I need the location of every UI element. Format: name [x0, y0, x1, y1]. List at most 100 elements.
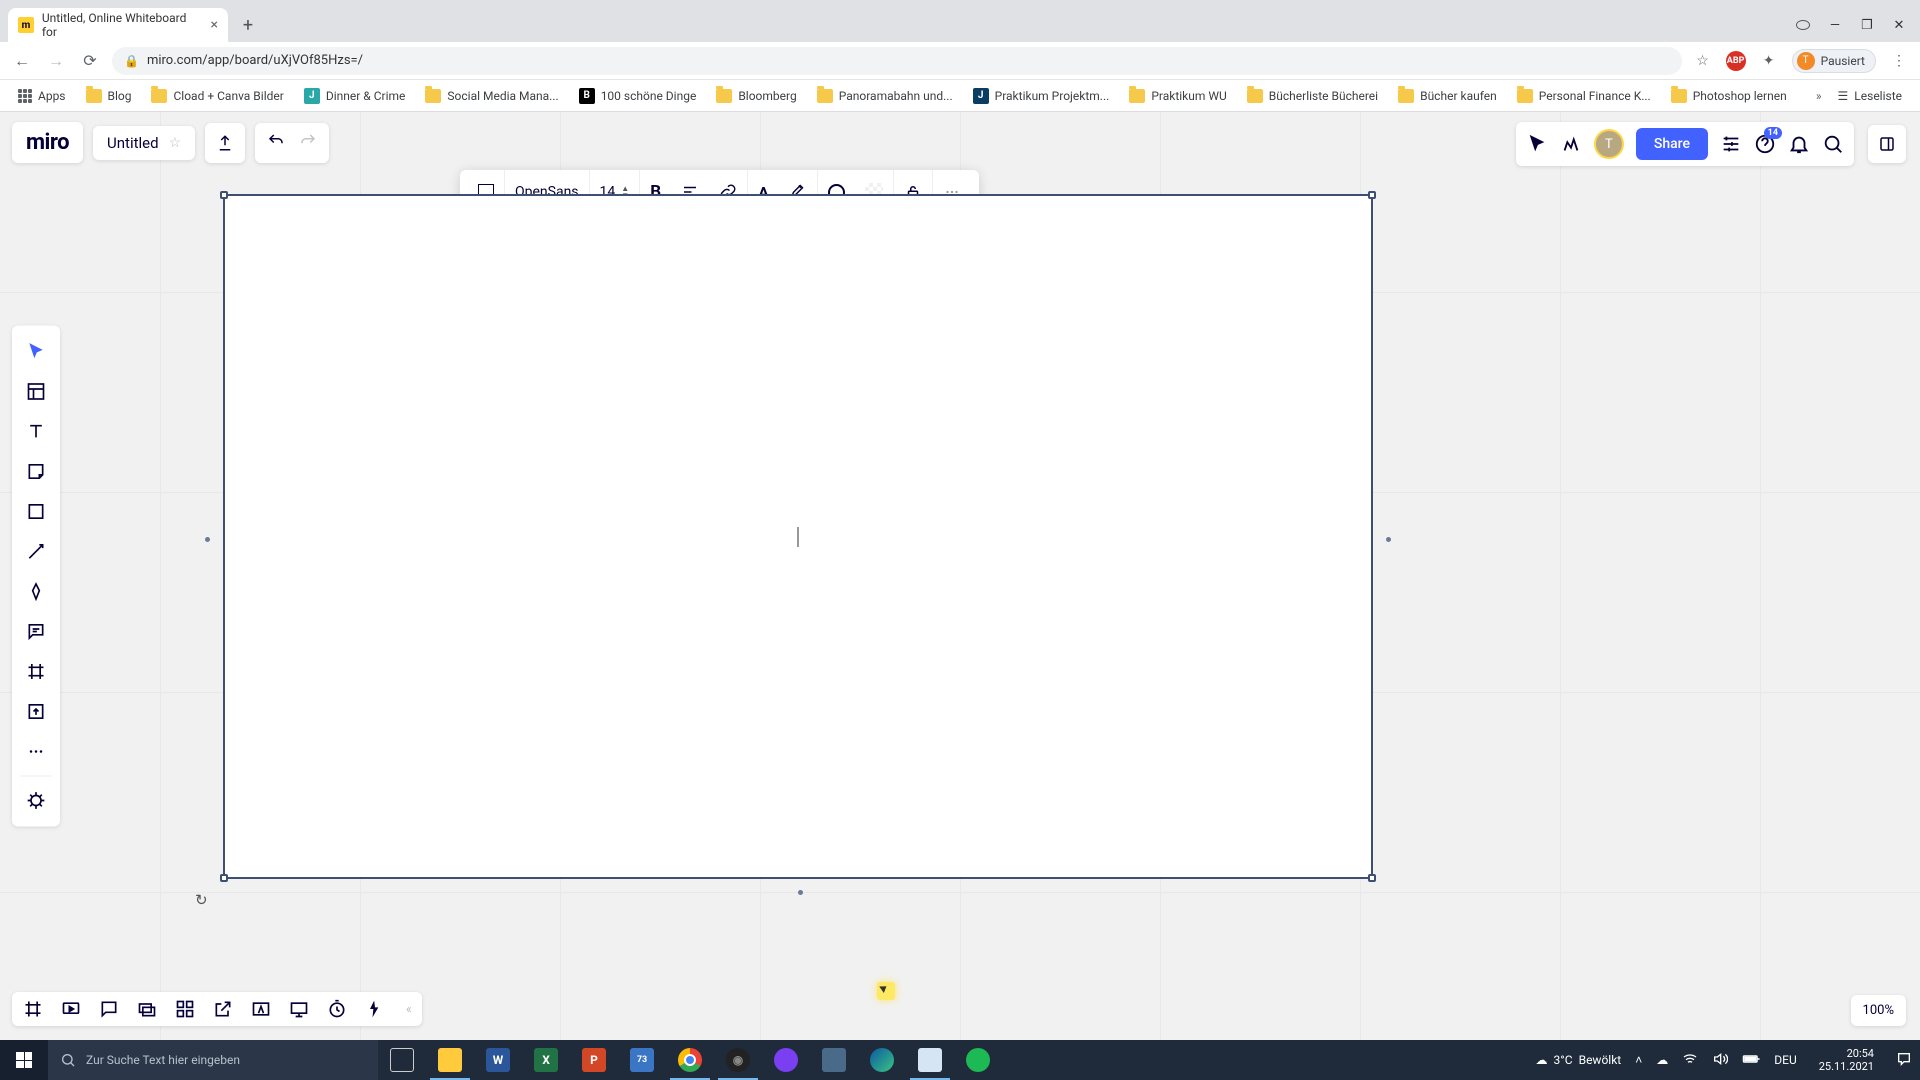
zoom-indicator[interactable]: 100% [1851, 995, 1906, 1026]
mid-handle-bottom[interactable] [798, 890, 803, 895]
bookmark-item[interactable]: Personal Finance K... [1509, 85, 1659, 107]
apps-shortcut[interactable]: Apps [10, 85, 74, 107]
bookmark-item[interactable]: B100 schöne Dinge [571, 84, 705, 108]
profile-pill[interactable]: T Pausiert [1792, 49, 1876, 73]
onedrive-icon[interactable]: ☁ [1656, 1053, 1668, 1067]
export-button[interactable] [205, 123, 245, 163]
resize-handle-tr[interactable] [1368, 191, 1376, 199]
browser-tab[interactable]: m Untitled, Online Whiteboard for × [8, 8, 228, 42]
bookmark-item[interactable]: Panoramabahn und... [809, 85, 961, 107]
frames-panel-icon[interactable] [22, 998, 44, 1020]
abp-extension-icon[interactable]: ABP [1726, 51, 1746, 71]
bookmark-item[interactable]: Blog [78, 85, 140, 107]
powerpoint-icon[interactable]: P [570, 1040, 618, 1080]
grid-icon[interactable] [174, 998, 196, 1020]
comments-panel-icon[interactable] [98, 998, 120, 1020]
shape-tool[interactable] [12, 492, 60, 532]
redo-button[interactable] [299, 132, 317, 154]
reactions-icon[interactable] [1560, 133, 1582, 155]
miro-canvas-area[interactable]: miro Untitled ☆ T Share 14 [0, 112, 1920, 1040]
action-center-icon[interactable] [1896, 1051, 1912, 1070]
mid-handle-left[interactable] [205, 537, 210, 542]
resize-handle-bl[interactable] [220, 874, 228, 882]
forward-button[interactable]: → [44, 49, 68, 73]
obs-icon[interactable]: ◉ [714, 1040, 762, 1080]
battery-icon[interactable] [1742, 1050, 1760, 1071]
text-tool[interactable] [12, 412, 60, 452]
settings-icon[interactable] [1720, 133, 1742, 155]
volume-icon[interactable] [1712, 1051, 1728, 1070]
frame-tool[interactable] [12, 652, 60, 692]
reading-list-button[interactable]: ☰Leseliste [1830, 85, 1910, 107]
search-icon[interactable] [1822, 133, 1844, 155]
help-icon[interactable]: 14 [1754, 133, 1776, 155]
undo-button[interactable] [267, 132, 285, 154]
board-title[interactable]: Untitled ☆ [93, 126, 195, 160]
templates-tool[interactable] [12, 372, 60, 412]
bookmark-item[interactable]: Photoshop lernen [1663, 85, 1795, 107]
collapse-bottom-bar[interactable]: « [406, 1002, 412, 1016]
apps-tool[interactable] [12, 781, 60, 821]
bookmark-item[interactable]: Bücher kaufen [1390, 85, 1505, 107]
reload-button[interactable]: ⟳ [78, 49, 102, 73]
bookmark-item[interactable]: JPraktikum Projektm... [965, 84, 1118, 108]
word-icon[interactable]: W [474, 1040, 522, 1080]
line-tool[interactable] [12, 532, 60, 572]
file-explorer-icon[interactable] [426, 1040, 474, 1080]
comment-tool[interactable] [12, 612, 60, 652]
new-tab-button[interactable]: + [234, 11, 262, 39]
voting-icon[interactable] [364, 998, 386, 1020]
task-view-icon[interactable] [378, 1040, 426, 1080]
select-tool[interactable] [12, 332, 60, 372]
bookmark-item[interactable]: JDinner & Crime [296, 84, 414, 108]
selected-shape[interactable]: ↻ [223, 194, 1373, 879]
embed-icon[interactable] [250, 998, 272, 1020]
resize-handle-br[interactable] [1368, 874, 1376, 882]
kebab-menu-icon[interactable]: ⋮ [1888, 50, 1910, 72]
start-button[interactable] [0, 1040, 48, 1080]
resize-handle-tl[interactable] [220, 191, 228, 199]
star-icon[interactable]: ☆ [169, 135, 182, 151]
maximize-button[interactable]: ❐ [1860, 18, 1874, 34]
activity-panel-button[interactable] [1868, 125, 1906, 163]
timer-icon[interactable] [326, 998, 348, 1020]
bookmark-item[interactable]: Bloomberg [708, 85, 804, 107]
extensions-icon[interactable]: ✦ [1758, 50, 1780, 72]
bookmark-item[interactable]: Cload + Canva Bilder [143, 85, 291, 107]
tray-chevron-icon[interactable]: ˄ [1635, 1053, 1642, 1067]
account-dot-icon[interactable] [1796, 18, 1810, 34]
weather-widget[interactable]: ☁ 3°C Bewölkt [1536, 1053, 1622, 1067]
clock[interactable]: 20:54 25.11.2021 [1811, 1047, 1882, 1073]
mail-icon[interactable]: 73 [618, 1040, 666, 1080]
close-tab-icon[interactable]: × [211, 17, 218, 33]
miro-logo[interactable]: miro [12, 122, 83, 163]
rotate-handle[interactable]: ↻ [195, 891, 208, 909]
bookmarks-overflow-icon[interactable]: » [1816, 89, 1822, 103]
cards-icon[interactable] [136, 998, 158, 1020]
chrome-icon[interactable] [666, 1040, 714, 1080]
spotify-icon[interactable] [954, 1040, 1002, 1080]
language-indicator[interactable]: DEU [1774, 1053, 1796, 1067]
screen-share-icon[interactable] [288, 998, 310, 1020]
share-button[interactable]: Share [1636, 128, 1708, 160]
upload-tool[interactable] [12, 692, 60, 732]
excel-icon[interactable]: X [522, 1040, 570, 1080]
bookmark-item[interactable]: Social Media Mana... [417, 85, 566, 107]
back-button[interactable]: ← [10, 49, 34, 73]
url-field[interactable]: 🔒 miro.com/app/board/uXjVOf85Hzs=/ [112, 47, 1682, 75]
taskbar-search[interactable]: Zur Suche Text hier eingeben [48, 1040, 378, 1080]
cursor-mode-icon[interactable] [1526, 133, 1548, 155]
user-avatar[interactable]: T [1594, 129, 1624, 159]
app-icon-2[interactable] [810, 1040, 858, 1080]
present-icon[interactable] [60, 998, 82, 1020]
sticky-tool[interactable] [12, 452, 60, 492]
app-icon-1[interactable] [762, 1040, 810, 1080]
close-window-button[interactable]: ✕ [1892, 18, 1906, 34]
mid-handle-right[interactable] [1386, 537, 1391, 542]
notepad-icon[interactable] [906, 1040, 954, 1080]
bookmark-item[interactable]: Praktikum WU [1121, 85, 1234, 107]
notifications-icon[interactable] [1788, 133, 1810, 155]
bookmark-item[interactable]: Bücherliste Bücherei [1239, 85, 1386, 107]
edge-icon[interactable] [858, 1040, 906, 1080]
export-panel-icon[interactable] [212, 998, 234, 1020]
